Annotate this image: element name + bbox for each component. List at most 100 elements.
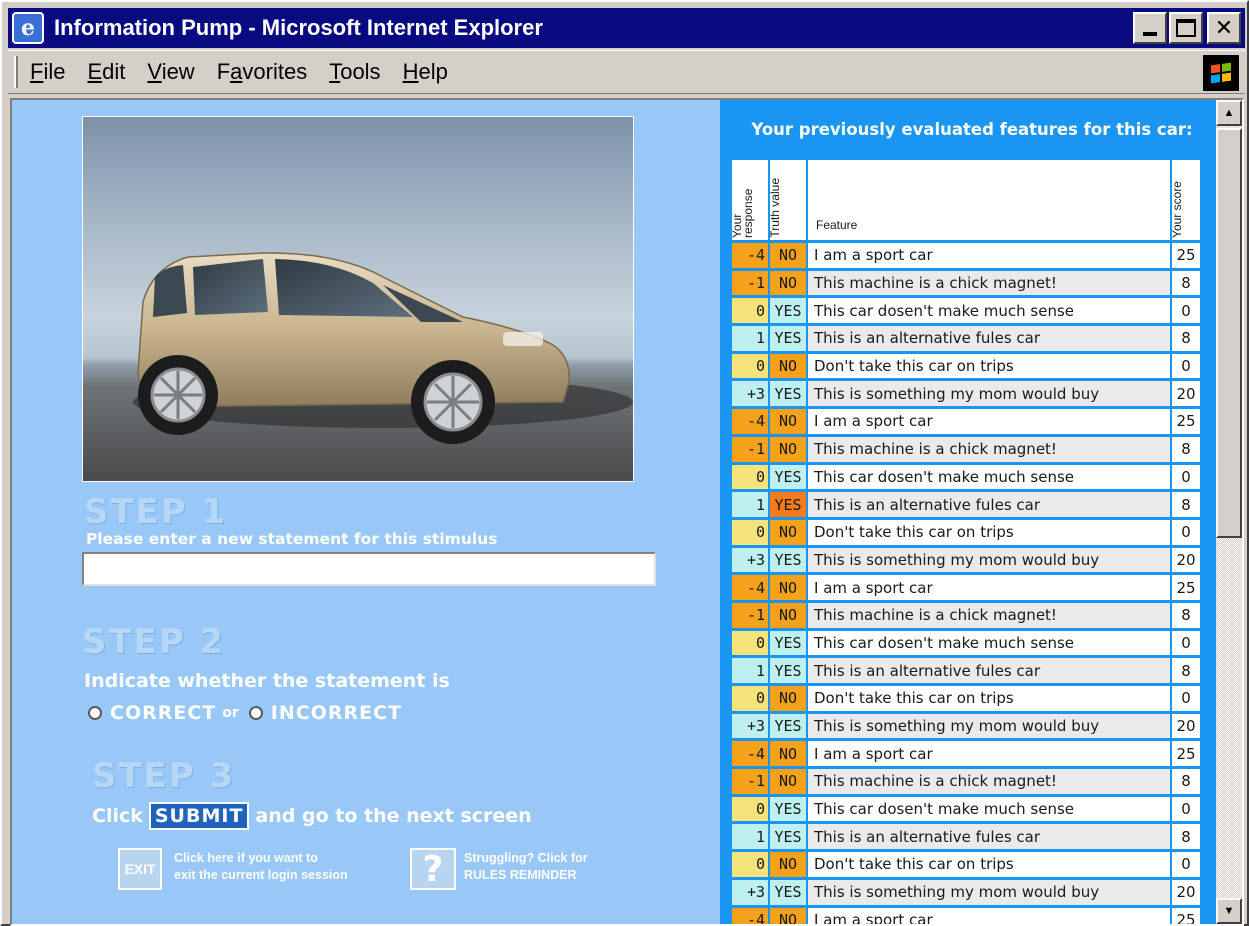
feature-cell: This car dosen't make much sense <box>808 796 1170 822</box>
feature-cell: Don't take this car on trips <box>808 353 1170 379</box>
score-cell: 0 <box>1172 630 1200 656</box>
step2-subtitle: Indicate whether the statement is <box>84 670 450 692</box>
score-cell: 0 <box>1172 353 1200 379</box>
feature-cell: This is something my mom would buy <box>808 381 1170 407</box>
features-heading: Your previously evaluated features for t… <box>751 120 1193 139</box>
truth-cell: YES <box>770 326 806 351</box>
feature-cell: This is an alternative fules car <box>808 824 1170 850</box>
help-note: Struggling? Click for RULES REMINDER <box>464 850 588 884</box>
windows-logo-icon <box>1203 55 1239 91</box>
feature-cell: I am a sport car <box>808 741 1170 767</box>
response-cell: -4 <box>732 575 768 600</box>
response-cell: -1 <box>732 270 768 296</box>
feature-cell: This machine is a chick magnet! <box>808 602 1170 628</box>
feature-cell: This is an alternative fules car <box>808 658 1170 683</box>
menu-help[interactable]: Help <box>403 59 448 85</box>
score-cell: 20 <box>1172 713 1200 739</box>
truth-cell: YES <box>770 492 806 517</box>
table-row: -4 NO I am a sport car 25 <box>732 243 1200 268</box>
table-row: -4 NO I am a sport car 25 <box>732 907 1200 924</box>
menu-view[interactable]: View <box>147 59 194 85</box>
score-cell: 25 <box>1172 409 1200 434</box>
truth-cell: YES <box>770 547 806 573</box>
col-response-label: Your response <box>730 188 755 238</box>
scroll-down-button[interactable]: ▼ <box>1216 898 1242 924</box>
task-panel: STEP 1 Please enter a new statement for … <box>12 100 720 924</box>
incorrect-radio[interactable] <box>248 706 263 720</box>
truth-cell: NO <box>770 436 806 462</box>
page-viewport: STEP 1 Please enter a new statement for … <box>10 98 1244 926</box>
scroll-thumb[interactable] <box>1216 128 1242 538</box>
table-row: +3 YES This is something my mom would buy 2… <box>732 713 1200 739</box>
evaluated-features-panel: Your previously evaluated features for t… <box>720 100 1220 924</box>
window-controls: ✕ <box>1133 12 1241 44</box>
truth-cell: NO <box>770 409 806 434</box>
table-row: 1 YES This is an alternative fules car 8 <box>732 824 1200 850</box>
arrow-up-icon: ▲ <box>1223 107 1235 119</box>
menu-edit[interactable]: Edit <box>87 59 125 85</box>
statement-input[interactable] <box>82 552 656 586</box>
features-table: Your response Truth value Feature Your s… <box>730 157 1202 924</box>
arrow-down-icon: ▼ <box>1223 905 1235 917</box>
table-row: +3 YES This is something my mom would buy 2… <box>732 381 1200 407</box>
submit-button[interactable]: SUBMIT <box>148 802 250 830</box>
minimize-icon <box>1143 32 1157 36</box>
close-button[interactable]: ✕ <box>1207 12 1241 44</box>
truth-cell: NO <box>770 602 806 628</box>
close-icon: ✕ <box>1214 15 1234 41</box>
score-cell: 20 <box>1172 879 1200 905</box>
table-row: -4 NO I am a sport car 25 <box>732 741 1200 767</box>
response-cell: 1 <box>732 658 768 683</box>
help-note-line2: RULES REMINDER <box>464 868 577 882</box>
response-cell: +3 <box>732 547 768 573</box>
menu-favorites[interactable]: Favorites <box>217 59 308 85</box>
vertical-scrollbar[interactable]: ▲ ▼ <box>1216 100 1242 924</box>
table-row: 0 NO Don't take this car on trips 0 <box>732 686 1200 711</box>
truth-cell: NO <box>770 741 806 767</box>
score-cell: 0 <box>1172 686 1200 711</box>
exit-note-line1: Click here if you want to <box>174 851 318 865</box>
title-bar[interactable]: e Information Pump - Microsoft Internet … <box>8 8 1245 48</box>
response-cell: -4 <box>732 243 768 268</box>
response-cell: -4 <box>732 409 768 434</box>
response-cell: -1 <box>732 436 768 462</box>
menu-file[interactable]: File <box>30 59 65 85</box>
table-row: -1 NO This machine is a chick magnet! 8 <box>732 270 1200 296</box>
menu-tools[interactable]: Tools <box>329 59 380 85</box>
feature-cell: This machine is a chick magnet! <box>808 270 1170 296</box>
score-cell: 8 <box>1172 658 1200 683</box>
score-cell: 8 <box>1172 769 1200 794</box>
maximize-button[interactable] <box>1169 12 1203 44</box>
table-header-row: Your response Truth value Feature Your s… <box>730 160 1200 240</box>
feature-cell: I am a sport car <box>808 243 1170 268</box>
col-response-header: Your response <box>730 160 768 240</box>
score-cell: 25 <box>1172 741 1200 767</box>
truth-cell: YES <box>770 879 806 905</box>
response-cell: 0 <box>732 686 768 711</box>
table-row: 1 YES This is an alternative fules car 8 <box>732 492 1200 517</box>
exit-button[interactable]: EXIT <box>118 848 162 890</box>
truth-cell: YES <box>770 658 806 683</box>
scroll-up-button[interactable]: ▲ <box>1216 100 1242 126</box>
or-label: or <box>222 705 239 721</box>
minimize-button[interactable] <box>1133 12 1167 44</box>
correct-radio[interactable] <box>88 706 102 720</box>
rules-help-button[interactable]: ? <box>410 848 456 890</box>
table-row: -4 NO I am a sport car 25 <box>732 575 1200 600</box>
browser-window: e Information Pump - Microsoft Internet … <box>0 0 1249 926</box>
maximize-icon <box>1176 19 1196 37</box>
response-cell: +3 <box>732 381 768 407</box>
feature-cell: I am a sport car <box>808 907 1170 924</box>
table-row: 1 YES This is an alternative fules car 8 <box>732 658 1200 683</box>
table-row: 0 YES This car dosen't make much sense 0 <box>732 630 1200 656</box>
menu-grip[interactable] <box>14 56 18 88</box>
truth-cell: NO <box>770 769 806 794</box>
score-cell: 25 <box>1172 243 1200 268</box>
help-note-line1: Struggling? Click for <box>464 851 588 865</box>
col-feature-header: Feature <box>808 160 1170 240</box>
features-table-body: -4 NO I am a sport car 25 -1 NO This machine i… <box>732 243 1200 924</box>
score-cell: 20 <box>1172 547 1200 573</box>
truth-cell: NO <box>770 852 806 877</box>
table-row: +3 YES This is something my mom would buy 2… <box>732 547 1200 573</box>
truth-cell: NO <box>770 519 806 545</box>
